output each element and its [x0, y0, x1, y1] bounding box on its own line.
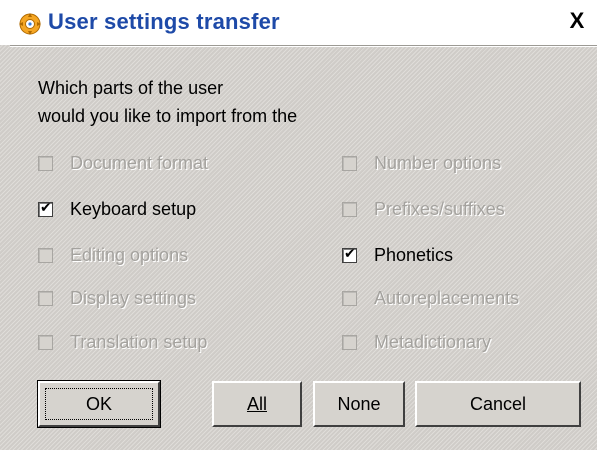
option-prefixes-suffixes: Prefixes/suffixes: [342, 197, 505, 221]
checkbox-number-options: [342, 155, 357, 171]
checkbox-prefixes-suffixes: [342, 201, 357, 217]
option-autoreplacements: Autoreplacements: [342, 286, 519, 310]
option-label: Metadictionary: [374, 331, 492, 352]
option-label: Prefixes/suffixes: [374, 198, 505, 219]
all-button[interactable]: All: [212, 381, 302, 427]
all-button-label: All: [246, 394, 267, 414]
checkbox-metadictionary: [342, 334, 357, 350]
focus-rectangle: [45, 388, 153, 420]
ok-button[interactable]: OK: [37, 380, 161, 428]
option-label: Keyboard setup: [70, 198, 197, 219]
option-label: Number options: [374, 152, 502, 173]
prompt-line-2: would you like to import from the: [38, 106, 298, 126]
option-label: Translation setup: [70, 331, 208, 352]
option-label: Document format: [70, 152, 209, 173]
option-number-options: Number options: [342, 151, 501, 175]
cancel-button[interactable]: Cancel: [415, 381, 581, 427]
title-bar: User settings transfer X: [0, 0, 597, 45]
option-label: Phonetics: [374, 244, 454, 265]
option-label: Display settings: [70, 287, 197, 308]
prompt-line-1: Which parts of the user: [38, 78, 224, 98]
app-settings-icon: [19, 13, 41, 35]
checkbox-translation-setup: [38, 334, 53, 350]
option-label: Editing options: [70, 244, 189, 265]
checkbox-keyboard-setup[interactable]: ✔: [38, 199, 53, 217]
dialog-title: User settings transfer: [48, 9, 280, 34]
checkbox-phonetics[interactable]: ✔: [342, 245, 357, 263]
option-keyboard-setup[interactable]: ✔ Keyboard setup: [38, 197, 196, 221]
checkbox-document-format: [38, 155, 53, 171]
none-button[interactable]: None: [313, 381, 405, 427]
none-button-label: None: [337, 394, 381, 414]
checkbox-display-settings: [38, 290, 53, 306]
option-metadictionary: Metadictionary: [342, 330, 491, 354]
option-document-format: Document format: [38, 151, 208, 175]
option-editing-options: Editing options: [38, 243, 188, 267]
option-translation-setup: Translation setup: [38, 330, 207, 354]
checkbox-editing-options: [38, 247, 53, 263]
checkmark-icon: ✔: [344, 245, 356, 262]
cancel-button-label: Cancel: [469, 394, 527, 414]
checkmark-icon: ✔: [40, 199, 52, 216]
option-display-settings: Display settings: [38, 286, 196, 310]
close-button[interactable]: X: [564, 8, 590, 34]
user-settings-transfer-dialog: User settings transfer X Which parts of …: [0, 0, 597, 450]
option-phonetics[interactable]: ✔ Phonetics: [342, 243, 453, 267]
close-icon: X: [569, 8, 585, 33]
option-label: Autoreplacements: [374, 287, 520, 308]
title-divider: [10, 45, 597, 47]
checkbox-autoreplacements: [342, 290, 357, 306]
